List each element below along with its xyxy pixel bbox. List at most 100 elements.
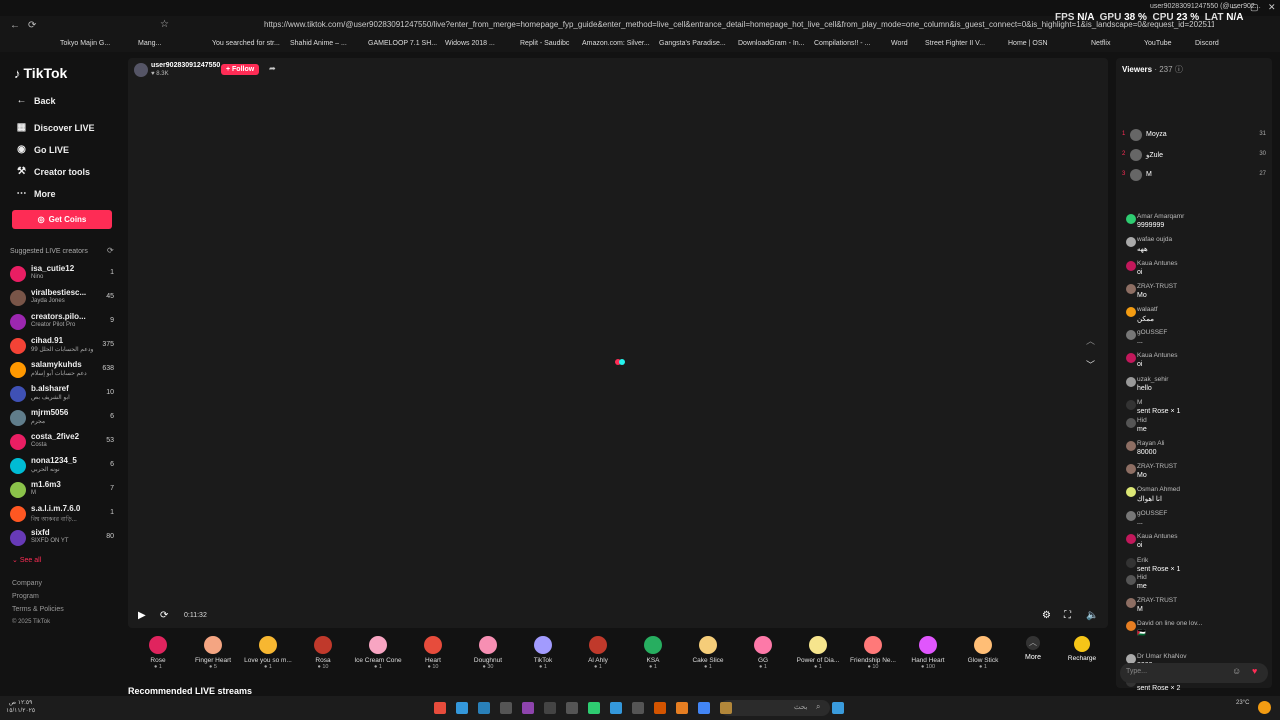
gift-item[interactable]: Love you so m... ● 1 bbox=[238, 636, 298, 670]
emoji-icon[interactable]: ☺ bbox=[1232, 666, 1241, 676]
chat-input[interactable]: Type... ☺ ♥ bbox=[1120, 663, 1268, 683]
follow-button[interactable]: + Follow bbox=[221, 64, 260, 75]
share-icon[interactable]: ➦ bbox=[269, 64, 276, 73]
tiktok-logo[interactable]: ♪ TikTok bbox=[14, 65, 67, 81]
chat-message[interactable]: David on line one lov... 🇵🇸 bbox=[1126, 620, 1266, 638]
get-coins-button[interactable]: ◎ Get Coins bbox=[12, 210, 112, 229]
taskbar-app-icon[interactable] bbox=[566, 702, 578, 714]
top-viewer[interactable]: 3 M 27 bbox=[1120, 169, 1268, 183]
chat-message[interactable]: uzak_sehir hello bbox=[1126, 376, 1266, 394]
nav-creator-tools[interactable]: ⚒ Creator tools bbox=[16, 166, 90, 177]
fullscreen-icon[interactable]: ⛶ bbox=[1064, 610, 1071, 621]
gift-heart-icon[interactable]: ♥ bbox=[1252, 666, 1257, 676]
chat-message[interactable]: Kaua Antunes oi bbox=[1126, 352, 1266, 370]
chat-message[interactable]: gOUSSEF... bbox=[1126, 510, 1266, 528]
footer-link[interactable]: Company bbox=[12, 580, 42, 587]
taskbar-app-icon[interactable] bbox=[610, 702, 622, 714]
bookmark-item[interactable]: Word bbox=[891, 40, 908, 47]
gift-item[interactable]: Friendship Ne... ● 10 bbox=[843, 636, 903, 670]
chat-message[interactable]: walaatf ممكن bbox=[1126, 306, 1266, 324]
chevron-up-icon[interactable]: ︿ bbox=[1086, 334, 1095, 347]
suggested-creator[interactable]: costa_2five2 Costa 53 bbox=[10, 432, 114, 454]
footer-link[interactable]: Program bbox=[12, 593, 39, 600]
taskbar-app-icon[interactable] bbox=[522, 702, 534, 714]
play-icon[interactable]: ▶ bbox=[138, 610, 146, 621]
gift-item[interactable]: Al Ahly ● 1 bbox=[568, 636, 628, 670]
chat-message[interactable]: ZRAY-TRUST Mo bbox=[1126, 283, 1266, 301]
see-all-link[interactable]: ⌄ See all bbox=[12, 556, 41, 564]
nav-back[interactable]: ← Back bbox=[16, 95, 56, 106]
live-video[interactable]: user90283091247550 ♥ 8.3K + Follow ➦ ︿ ﹀… bbox=[128, 58, 1108, 628]
bookmark-item[interactable]: Discord bbox=[1195, 40, 1219, 47]
chat-message[interactable]: Hid me bbox=[1126, 574, 1266, 592]
replay-icon[interactable]: ⟳ bbox=[160, 610, 168, 621]
gift-item[interactable]: Doughnut ● 30 bbox=[458, 636, 518, 670]
chat-message[interactable]: ZRAY-TRUST M bbox=[1126, 597, 1266, 615]
chat-message[interactable]: Erik sent Rose × 1 bbox=[1126, 557, 1266, 575]
taskbar-app-icon[interactable] bbox=[588, 702, 600, 714]
gift-item[interactable]: Rosa ● 10 bbox=[293, 636, 353, 670]
bookmark-item[interactable]: Gangsta's Paradise... bbox=[659, 40, 726, 47]
chat-message[interactable]: gOUSSEF... bbox=[1126, 329, 1266, 347]
gift-item[interactable]: KSA ● 1 bbox=[623, 636, 683, 670]
gift-item[interactable]: Heart ● 10 bbox=[403, 636, 463, 670]
chat-message[interactable]: wafae oujda ههه bbox=[1126, 236, 1266, 254]
gift-item[interactable]: Cake Slice ● 1 bbox=[678, 636, 738, 670]
top-viewer[interactable]: 1 Moyza 31 bbox=[1120, 129, 1268, 143]
settings-icon[interactable]: ⚙ bbox=[1042, 610, 1051, 621]
suggested-creator[interactable]: creators.pilo... Creator Pilot Pro 9 bbox=[10, 312, 114, 334]
taskbar-app-icon[interactable] bbox=[478, 702, 490, 714]
bookmark-item[interactable]: Amazon.com: Silver... bbox=[582, 40, 650, 47]
bookmark-item[interactable]: Replit - Saudibc bbox=[520, 40, 569, 47]
gift-item[interactable]: Glow Stick ● 1 bbox=[953, 636, 1013, 670]
taskbar-app-icon[interactable] bbox=[500, 702, 512, 714]
nav-more[interactable]: ⋯ More bbox=[16, 188, 56, 199]
taskbar-clock[interactable]: ١٢:٥٩ ص ١٥/١١/٢٠٢٥ bbox=[6, 699, 35, 715]
chat-message[interactable]: Hid me bbox=[1126, 417, 1266, 435]
weather-icon[interactable] bbox=[1258, 701, 1271, 714]
suggested-creator[interactable]: salamykuhds دعم حسابات أبو إسلام 638 bbox=[10, 360, 114, 382]
taskbar-app-icon[interactable] bbox=[676, 702, 688, 714]
taskbar-app-icon[interactable] bbox=[544, 702, 556, 714]
gift-item[interactable]: Hand Heart ● 100 bbox=[898, 636, 958, 670]
gift-item[interactable]: Rose ● 1 bbox=[128, 636, 188, 670]
chat-message[interactable]: Msent Rose × 1 bbox=[1126, 399, 1266, 417]
taskbar-app-icon[interactable] bbox=[698, 702, 710, 714]
suggested-creator[interactable]: mjrm5056 مجرم 6 bbox=[10, 408, 114, 430]
suggested-creator[interactable]: m1.6m3 M 7 bbox=[10, 480, 114, 502]
bookmark-item[interactable]: Home | OSN bbox=[1008, 40, 1048, 47]
close-icon[interactable]: ✕ bbox=[1268, 2, 1276, 13]
chevron-down-icon[interactable]: ﹀ bbox=[1086, 358, 1095, 371]
chat-message[interactable]: ZRAY-TRUST Mo bbox=[1126, 463, 1266, 481]
chat-message[interactable]: Kaua Antunes oi bbox=[1126, 533, 1266, 551]
browser-tab-title[interactable]: user90283091247550 (@user902... bbox=[1150, 3, 1261, 10]
bookmark-item[interactable]: DownloadGram - In... bbox=[738, 40, 805, 47]
taskbar-app-icon[interactable] bbox=[456, 702, 468, 714]
chat-message[interactable]: Osman Ahmed انا اهواك bbox=[1126, 486, 1266, 504]
taskbar-app-icon[interactable] bbox=[720, 702, 732, 714]
host-name[interactable]: user90283091247550 bbox=[151, 62, 220, 69]
taskbar-app-icon[interactable] bbox=[654, 702, 666, 714]
nav-discover-live[interactable]: ▦ Discover LIVE bbox=[16, 122, 95, 133]
taskbar-app-icon[interactable] bbox=[632, 702, 644, 714]
taskbar-app-icon[interactable] bbox=[434, 702, 446, 714]
top-viewer[interactable]: 2 وZule 30 bbox=[1120, 149, 1268, 163]
suggested-creator[interactable]: s.a.l.i.m.7.6.0 বিশ্ব আকবর বাড়ি... 1 bbox=[10, 504, 114, 526]
bookmark-item[interactable]: You searched for str... bbox=[212, 40, 280, 47]
refresh-icon[interactable]: ⟳ bbox=[107, 246, 114, 255]
more-gifts-button[interactable]: ︿ More bbox=[1018, 636, 1048, 661]
bookmark-item[interactable]: Mang... bbox=[138, 40, 161, 47]
nav-go-live[interactable]: ◉ Go LIVE bbox=[16, 144, 69, 155]
footer-link[interactable]: Terms & Policies bbox=[12, 606, 64, 613]
taskbar-search[interactable]: بحث ⌕ bbox=[720, 700, 830, 716]
gift-item[interactable]: TikTok ● 1 bbox=[513, 636, 573, 670]
windows-start-icon[interactable] bbox=[832, 702, 844, 714]
bookmark-star-icon[interactable]: ☆ bbox=[160, 19, 169, 30]
suggested-creator[interactable]: sixfd SIXFD ON YT 80 bbox=[10, 528, 114, 550]
back-nav-icon[interactable]: ← bbox=[10, 20, 20, 31]
gift-item[interactable]: Finger Heart ● 5 bbox=[183, 636, 243, 670]
suggested-creator[interactable]: isa_cutie12 Nino 1 bbox=[10, 264, 114, 286]
recharge-button[interactable]: Recharge bbox=[1064, 636, 1100, 662]
reload-icon[interactable]: ⟳ bbox=[28, 20, 36, 31]
gift-item[interactable]: GG ● 1 bbox=[733, 636, 793, 670]
